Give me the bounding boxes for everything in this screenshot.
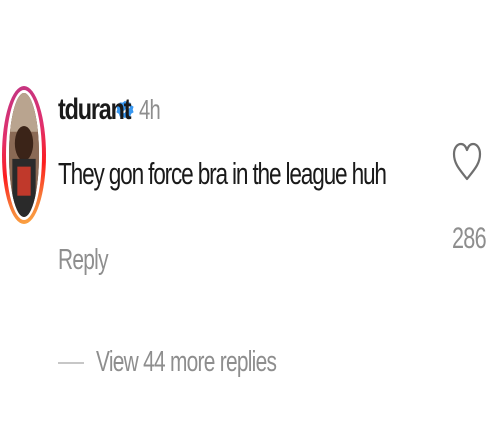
comment-text: They gon force bra in the league huh xyxy=(58,156,387,191)
avatar-story-ring[interactable] xyxy=(2,86,46,224)
username[interactable]: tdurant xyxy=(58,93,132,127)
view-replies-button[interactable]: View 44 more replies xyxy=(58,346,346,379)
view-replies-label: View 44 more replies xyxy=(96,346,277,378)
comment-time: 4h xyxy=(139,94,161,125)
avatar-image xyxy=(9,93,39,217)
comment-header: tdurant 4h xyxy=(58,88,168,132)
heart-outline-icon[interactable] xyxy=(452,142,482,184)
replies-divider-line xyxy=(58,361,84,364)
avatar[interactable] xyxy=(6,90,42,220)
reply-button[interactable]: Reply xyxy=(58,244,109,277)
comment-item: tdurant 4h They gon force bra in the lea… xyxy=(0,0,500,440)
like-count: 286 xyxy=(452,222,487,255)
